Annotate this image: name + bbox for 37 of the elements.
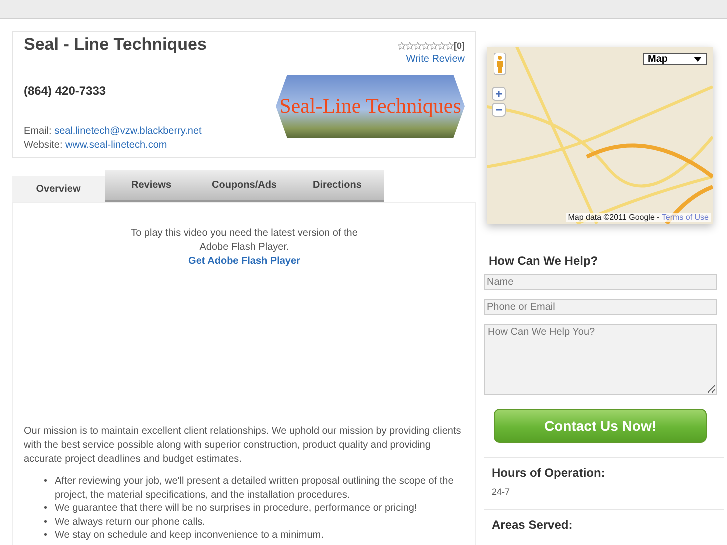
logo-banner: Seal-Line Techniques	[276, 75, 465, 138]
bullet-item: We stay on schedule and keep inconvenience to a minimum.	[55, 529, 324, 542]
zoom-out-icon[interactable]	[492, 103, 506, 117]
phone-number: (864) 420-7333	[24, 84, 108, 98]
input-field[interactable]: Name	[484, 274, 717, 290]
review-count: [0]	[454, 41, 465, 51]
mission-paragraph: Our mission is to maintain excellent client relationships. We uphold our mission by providing clients with the best service possible along with superior construction, product quality and providing accurate project deadlines and budget estimates.	[24, 425, 462, 467]
tab[interactable]: Reviews	[105, 170, 198, 202]
hours-value: 24-7	[492, 487, 512, 497]
bullet-item: After reviewing your job, we'll present a detailed written proposal outlining the scope of the project, the material specifications, and the installation procedures.	[55, 475, 455, 502]
map-attribution: Map data ©2011 Google - Terms of Use	[566, 213, 711, 222]
map-type-dropdown[interactable]: Map	[643, 53, 707, 65]
email-label: Email:	[24, 126, 52, 137]
caret-icon	[694, 56, 702, 62]
write-review-link[interactable]: Write Review	[406, 54, 465, 65]
areas-title: Areas Served:	[492, 518, 574, 532]
bullet-marker: •	[44, 475, 48, 489]
message-field[interactable]: How Can We Help You?	[484, 324, 717, 395]
get-flash-link[interactable]: Get Adobe Flash Player	[188, 255, 300, 269]
tab[interactable]: Coupons/Ads	[198, 170, 291, 202]
tab[interactable]: Directions	[291, 170, 384, 202]
bullet-item: We always return our phone calls.	[55, 516, 206, 529]
input-field[interactable]: Phone or Email	[484, 299, 717, 315]
bullet-item: We guarantee that there will be no surprises in procedure, performance or pricing!	[55, 502, 418, 516]
map-placeholder[interactable]: Map Map data ©2011 Google - Terms of Use	[487, 47, 713, 224]
zoom-in-icon[interactable]	[492, 87, 506, 101]
contact-form-title: How Can We Help?	[489, 254, 600, 268]
email-link[interactable]: seal.linetech@vzw.blackberry.net	[54, 126, 202, 137]
bullet-marker: •	[44, 529, 48, 542]
website-label: Website:	[24, 140, 63, 151]
website-link[interactable]: www.seal-linetech.com	[66, 140, 168, 151]
flash-message: To play this video you need the latest version of the Adobe Flash Player.	[130, 227, 359, 255]
business-name: Seal - Line Techniques	[24, 35, 207, 55]
hours-title: Hours of Operation:	[492, 466, 606, 480]
bullet-marker: •	[44, 502, 48, 516]
tab[interactable]: Overview	[12, 176, 105, 202]
bullet-marker: •	[44, 516, 48, 529]
